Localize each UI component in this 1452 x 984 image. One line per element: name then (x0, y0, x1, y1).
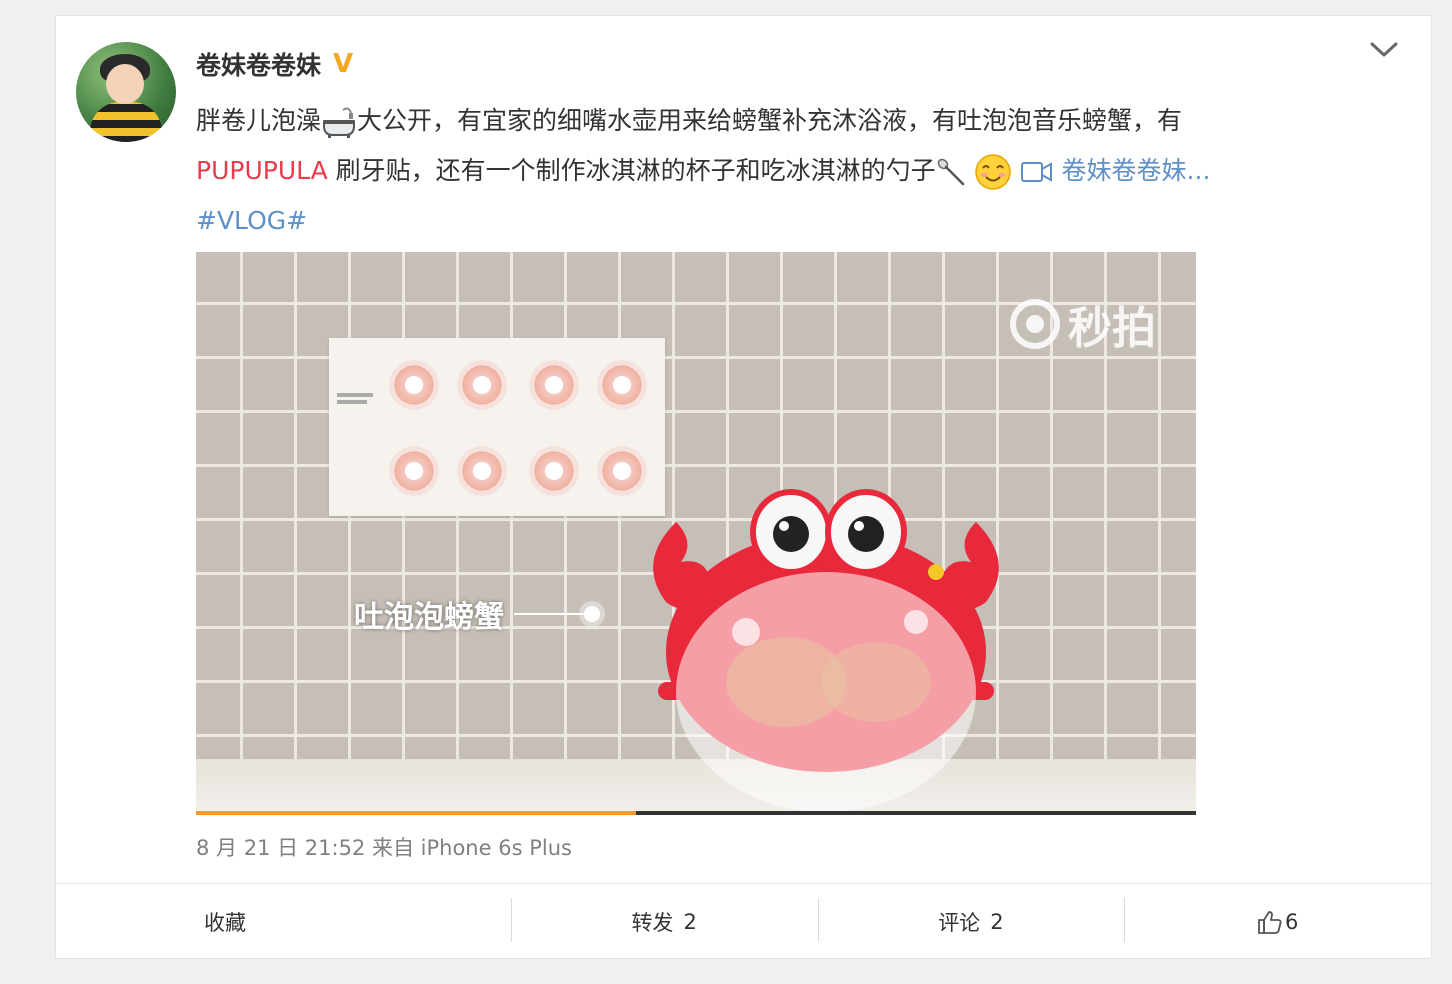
spoon-icon (937, 158, 964, 186)
like-button[interactable]: 6 (1124, 884, 1431, 960)
video-link[interactable]: 卷妹卷卷妹... (1062, 156, 1211, 185)
bubble-crab-toy (653, 489, 999, 812)
brand-link[interactable]: PUPUPULA (196, 156, 328, 185)
post-meta[interactable]: 8 月 21 日 21:52 来自 iPhone 6s Plus (196, 832, 572, 862)
video-progress-fill (196, 811, 636, 815)
comment-button[interactable]: 评论 2 (817, 884, 1125, 960)
action-bar: 收藏 转发 2 评论 2 6 (56, 883, 1431, 960)
post-text: 胖卷儿泡澡 大公开，有宜家的细嘴水壶用来给螃蟹补充沐浴液，有吐泡泡音乐螃蟹，有 … (196, 96, 1346, 246)
post-text-part1: 胖卷儿泡澡 (196, 106, 322, 135)
like-count: 6 (1284, 910, 1299, 934)
watermark-text: 秒拍 (1068, 303, 1156, 354)
thumbs-up-icon (1258, 911, 1282, 934)
chevron-down-icon[interactable] (1369, 40, 1399, 60)
miaopai-watermark: 秒拍 (1010, 292, 1156, 356)
favorite-label: 收藏 (204, 911, 246, 935)
post-text-part2: 大公开，有宜家的细嘴水壶用来给螃蟹补充沐浴液，有吐泡泡音乐螃蟹，有 (357, 106, 1183, 135)
repost-count: 2 (683, 910, 697, 934)
caption-pointer-dot (584, 606, 600, 622)
weibo-post-card: 卷妹卷卷妹 V 胖卷儿泡澡 大公开，有宜家的细嘴水壶用来给螃蟹补充沐浴液，有吐泡… (55, 15, 1432, 959)
caption-pointer-line (514, 613, 584, 615)
video-player[interactable]: 秒拍 吐泡泡螃蟹 (196, 252, 1196, 815)
smile-emoji-icon (974, 154, 1011, 190)
favorite-button[interactable]: 收藏 (56, 884, 511, 960)
camera-ring-icon (1010, 299, 1060, 349)
verified-badge-icon: V (333, 49, 354, 79)
comment-label: 评论 (938, 911, 981, 935)
video-camera-icon[interactable] (1020, 159, 1054, 185)
author-name[interactable]: 卷妹卷卷妹 (196, 46, 321, 82)
repost-label: 转发 (631, 911, 674, 935)
video-caption: 吐泡泡螃蟹 (354, 592, 600, 636)
bathtub-icon (323, 107, 356, 138)
hashtag-link[interactable]: #VLOG# (196, 206, 307, 235)
post-text-part3: 刷牙贴，还有一个制作冰淇淋的杯子和吃冰淇淋的勺子 (327, 156, 936, 185)
caption-text: 吐泡泡螃蟹 (354, 600, 504, 635)
comment-count: 2 (990, 910, 1004, 934)
avatar[interactable] (76, 42, 176, 142)
repost-button[interactable]: 转发 2 (510, 884, 818, 960)
tooth-brushing-poster (329, 338, 665, 516)
author-name-row: 卷妹卷卷妹 V (196, 46, 353, 82)
